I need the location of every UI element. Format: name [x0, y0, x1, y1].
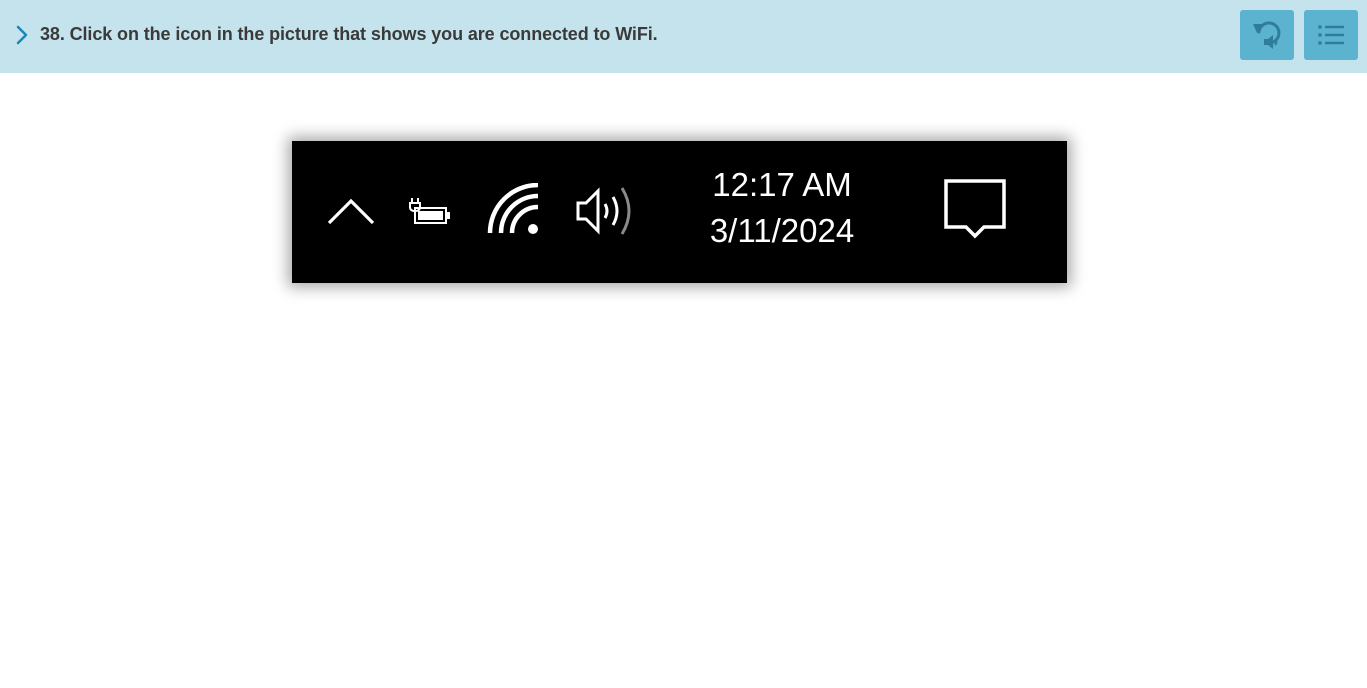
chevron-right-icon[interactable]: [14, 25, 30, 45]
clock[interactable]: 12:17 AM 3/11/2024: [692, 163, 872, 255]
question-header: 38. Click on the icon in the picture tha…: [0, 0, 1367, 73]
battery-charging-icon[interactable]: [408, 196, 452, 228]
wifi-icon[interactable]: [486, 183, 542, 237]
chevron-up-icon[interactable]: [326, 193, 378, 227]
taskbar-screenshot: 12:17 AM 3/11/2024: [292, 141, 1067, 283]
replay-audio-button[interactable]: [1240, 10, 1294, 60]
clock-time: 12:17 AM: [712, 166, 852, 203]
list-menu-icon: [1318, 25, 1344, 45]
notification-icon[interactable]: [944, 179, 1008, 243]
clock-date: 3/11/2024: [709, 212, 855, 249]
replay-audio-icon: [1253, 21, 1281, 49]
question-text: 38. Click on the icon in the picture tha…: [40, 24, 658, 44]
volume-icon[interactable]: [574, 183, 638, 239]
menu-button[interactable]: [1304, 10, 1358, 60]
